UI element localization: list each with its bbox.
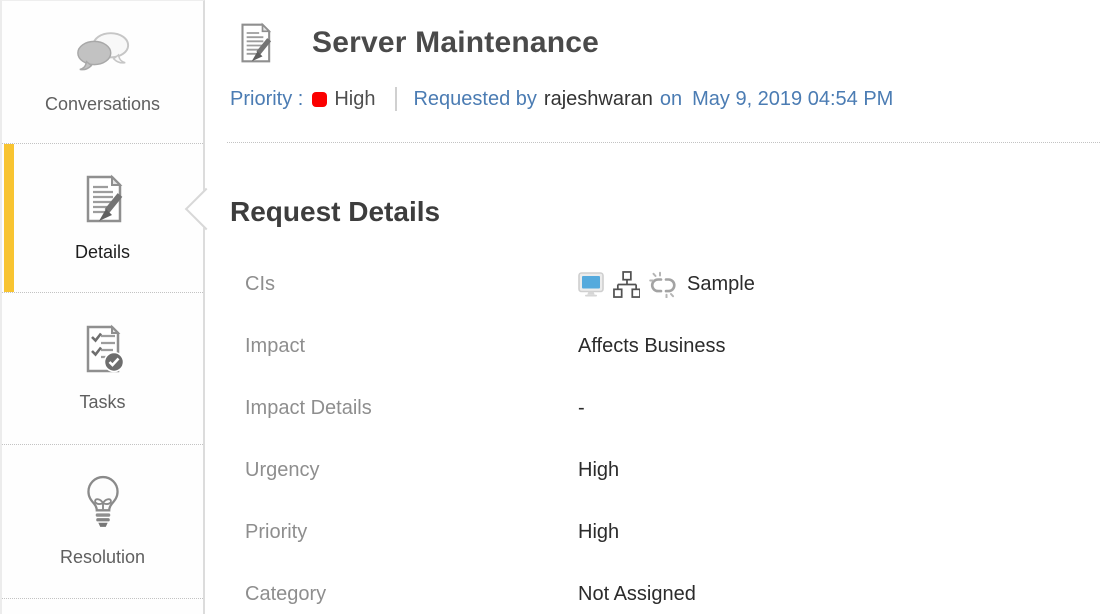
ci-icon-group [578,271,677,298]
requester-name: rajeshwaran [544,88,653,111]
priority-label: Priority : [230,88,303,111]
speech-bubbles-icon [74,30,132,81]
field-row-urgency: Urgency High [230,455,1100,485]
request-fields: CIs [230,269,1100,609]
priority-value: High [334,88,375,111]
active-tab-accent-bar [4,144,14,292]
meta-divider [395,87,397,111]
field-value: High [578,517,619,547]
sidebar-item-details[interactable]: Details [2,143,203,292]
field-value: Not Assigned [578,579,696,609]
sidebar: Conversations Details [0,0,205,614]
sidebar-item-conversations[interactable]: Conversations [2,1,203,143]
sidebar-item-resolution[interactable]: Resolution [2,444,203,598]
field-label: Impact Details [230,393,578,423]
header-divider [227,142,1100,143]
field-value: High [578,455,619,485]
field-label: CIs [230,269,578,299]
broken-link-icon[interactable] [649,271,677,298]
document-pencil-icon [79,174,127,229]
sidebar-item-label: Resolution [60,547,145,568]
section-title: Request Details [230,193,1100,231]
requested-by-label: Requested by [413,88,536,111]
field-row-impact-details: Impact Details - [230,393,1100,423]
ci-name-link[interactable]: Sample [687,269,755,299]
request-header: Server Maintenance [230,20,1100,66]
field-row-category: Category Not Assigned [230,579,1100,609]
document-pencil-icon [235,21,275,65]
task-checklist-icon [79,324,127,379]
topology-icon[interactable] [613,271,640,298]
request-meta-row: Priority : High Requested by rajeshwaran… [230,86,1100,112]
field-row-impact: Impact Affects Business [230,331,1100,361]
request-detail-pane: Server Maintenance Priority : High Reque… [205,0,1100,614]
on-label: on [660,88,682,111]
field-row-cis: CIs [230,269,1100,299]
field-value: - [578,393,585,423]
lightbulb-icon [82,475,124,534]
field-value: Affects Business [578,331,725,361]
ticket-detail-page: Conversations Details [0,0,1100,614]
priority-high-icon [312,92,327,107]
field-label: Priority [230,517,578,547]
field-label: Impact [230,331,578,361]
sidebar-item-tasks[interactable]: Tasks [2,292,203,444]
sidebar-item-label: Details [75,242,130,263]
page-title: Server Maintenance [312,26,599,60]
field-label: Urgency [230,455,578,485]
sidebar-item-label: Tasks [79,392,125,413]
request-timestamp: May 9, 2019 04:54 PM [692,88,893,111]
sidebar-item-next-partial [2,598,203,614]
monitor-icon[interactable] [578,272,604,297]
field-label: Category [230,579,578,609]
field-row-priority: Priority High [230,517,1100,547]
sidebar-item-label: Conversations [45,94,160,115]
